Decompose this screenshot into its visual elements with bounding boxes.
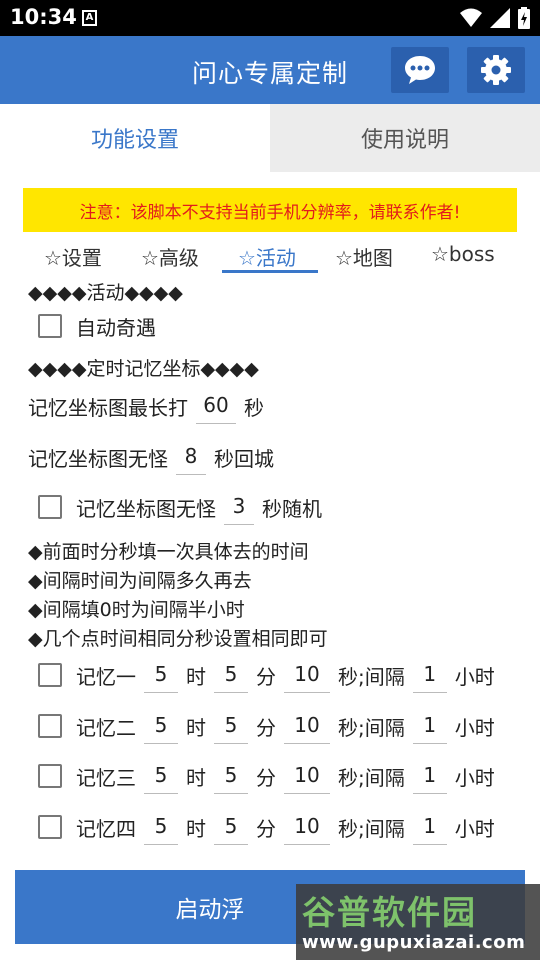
- max-fight-unit: 秒: [244, 395, 264, 420]
- no-monster-return-row: 记忆坐标图无怪 8 秒回城: [28, 437, 274, 477]
- memory-3-checkbox[interactable]: [38, 764, 62, 788]
- hour-unit: 时: [186, 664, 206, 689]
- hour-unit: 时: [186, 765, 206, 790]
- memory-row-2: 记忆二 5 时 5 分 10 秒;间隔 1 小时: [28, 706, 495, 746]
- memory-2-second-input[interactable]: 10: [284, 708, 330, 744]
- memory-1-minute-input[interactable]: 5: [214, 657, 248, 693]
- second-interval-unit: 秒;间隔: [338, 664, 405, 689]
- section-header-timer: ◆◆◆◆定时记忆坐标◆◆◆◆: [28, 358, 259, 380]
- memory-3-second-input[interactable]: 10: [284, 758, 330, 794]
- max-fight-label: 记忆坐标图最长打: [28, 395, 188, 420]
- memory-4-minute-input[interactable]: 5: [214, 809, 248, 845]
- memory-4-checkbox[interactable]: [38, 815, 62, 839]
- memory-1-hour-input[interactable]: 5: [144, 657, 178, 693]
- memory-row-4: 记忆四 5 时 5 分 10 秒;间隔 1 小时: [28, 807, 495, 847]
- memory-4-hour-input[interactable]: 5: [144, 809, 178, 845]
- hour-unit: 时: [186, 715, 206, 740]
- auto-encounter-checkbox[interactable]: [38, 314, 62, 338]
- second-interval-unit: 秒;间隔: [338, 715, 405, 740]
- minute-unit: 分: [256, 664, 276, 689]
- auto-encounter-label: 自动奇遇: [76, 315, 156, 340]
- memory-2-minute-input[interactable]: 5: [214, 708, 248, 744]
- memory-1-second-input[interactable]: 10: [284, 657, 330, 693]
- hour-unit: 时: [186, 816, 206, 841]
- memory-3-hour-input[interactable]: 5: [144, 758, 178, 794]
- minute-unit: 分: [256, 816, 276, 841]
- memory-3-minute-input[interactable]: 5: [214, 758, 248, 794]
- section-header-activity: ◆◆◆◆活动◆◆◆◆: [28, 282, 183, 304]
- second-interval-unit: 秒;间隔: [338, 816, 405, 841]
- max-fight-row: 记忆坐标图最长打 60 秒: [28, 386, 264, 426]
- memory-row-1: 记忆一 5 时 5 分 10 秒;间隔 1 小时: [28, 655, 495, 695]
- hours-unit: 小时: [454, 765, 495, 790]
- activity-panel: ◆◆◆◆活动◆◆◆◆ 自动奇遇 ◆◆◆◆定时记忆坐标◆◆◆◆ 记忆坐标图最长打 …: [0, 0, 540, 960]
- auto-encounter-row: 自动奇遇: [28, 306, 156, 346]
- memory-1-checkbox[interactable]: [38, 663, 62, 687]
- tip-line: ◆间隔时间为间隔多久再去: [28, 570, 252, 592]
- memory-label: 记忆四: [76, 816, 136, 841]
- memory-4-second-input[interactable]: 10: [284, 809, 330, 845]
- tip-line: ◆前面时分秒填一次具体去的时间: [28, 541, 309, 563]
- memory-label: 记忆二: [76, 715, 136, 740]
- memory-1-interval-input[interactable]: 1: [412, 657, 447, 693]
- memory-label: 记忆三: [76, 765, 136, 790]
- no-monster-random-label: 记忆坐标图无怪: [76, 496, 216, 521]
- watermark-logo: 谷普软件园: [302, 893, 477, 932]
- memory-2-hour-input[interactable]: 5: [144, 708, 178, 744]
- hours-unit: 小时: [454, 816, 495, 841]
- second-interval-unit: 秒;间隔: [338, 765, 405, 790]
- memory-3-interval-input[interactable]: 1: [412, 758, 447, 794]
- no-monster-random-row: 记忆坐标图无怪 3 秒随机: [28, 487, 322, 527]
- memory-label: 记忆一: [76, 664, 136, 689]
- hours-unit: 小时: [454, 715, 495, 740]
- max-fight-input[interactable]: 60: [196, 388, 236, 424]
- no-monster-random-input[interactable]: 3: [224, 489, 254, 525]
- no-monster-random-checkbox[interactable]: [38, 495, 62, 519]
- no-monster-return-label: 记忆坐标图无怪: [28, 446, 168, 471]
- no-monster-return-unit: 秒回城: [214, 446, 274, 471]
- minute-unit: 分: [256, 765, 276, 790]
- memory-2-checkbox[interactable]: [38, 714, 62, 738]
- no-monster-return-input[interactable]: 8: [176, 439, 206, 475]
- no-monster-random-unit: 秒随机: [262, 496, 322, 521]
- memory-row-3: 记忆三 5 时 5 分 10 秒;间隔 1 小时: [28, 756, 495, 796]
- watermark-url: www.gupuxiazai.com: [302, 932, 526, 953]
- memory-2-interval-input[interactable]: 1: [412, 708, 447, 744]
- watermark: 谷普软件园 www.gupuxiazai.com: [296, 884, 540, 960]
- memory-4-interval-input[interactable]: 1: [412, 809, 447, 845]
- hours-unit: 小时: [454, 664, 495, 689]
- minute-unit: 分: [256, 715, 276, 740]
- tip-line: ◆间隔填0时为间隔半小时: [28, 599, 245, 621]
- tip-line: ◆几个点时间相同分秒设置相同即可: [28, 628, 328, 650]
